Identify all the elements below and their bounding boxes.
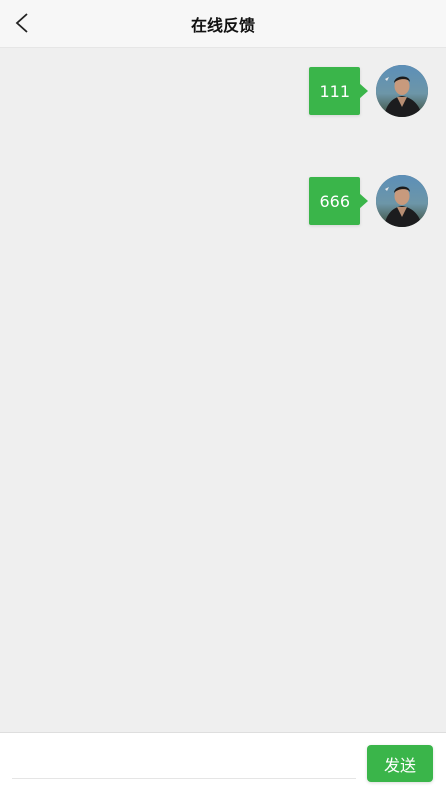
message-text: 111 bbox=[309, 67, 360, 115]
user-photo-avatar bbox=[376, 175, 428, 227]
feedback-screen: 在线反馈 111 666 发送 bbox=[0, 0, 446, 792]
avatar[interactable] bbox=[376, 175, 428, 227]
message-row: 111 bbox=[309, 65, 428, 117]
message-input[interactable] bbox=[12, 739, 356, 779]
top-nav-bar: 在线反馈 bbox=[0, 0, 446, 48]
page-title: 在线反馈 bbox=[190, 16, 255, 35]
message-list[interactable]: 111 666 bbox=[0, 48, 446, 732]
bubble-tail bbox=[359, 193, 368, 209]
message-row: 666 bbox=[309, 175, 428, 227]
message-text: 666 bbox=[309, 177, 360, 225]
avatar[interactable] bbox=[376, 65, 428, 117]
message-input-bar: 发送 bbox=[0, 732, 446, 792]
message-bubble[interactable]: 666 bbox=[309, 177, 368, 225]
message-bubble[interactable]: 111 bbox=[309, 67, 368, 115]
user-photo-avatar bbox=[376, 65, 428, 117]
send-button[interactable]: 发送 bbox=[367, 745, 433, 782]
bubble-tail bbox=[359, 83, 368, 99]
